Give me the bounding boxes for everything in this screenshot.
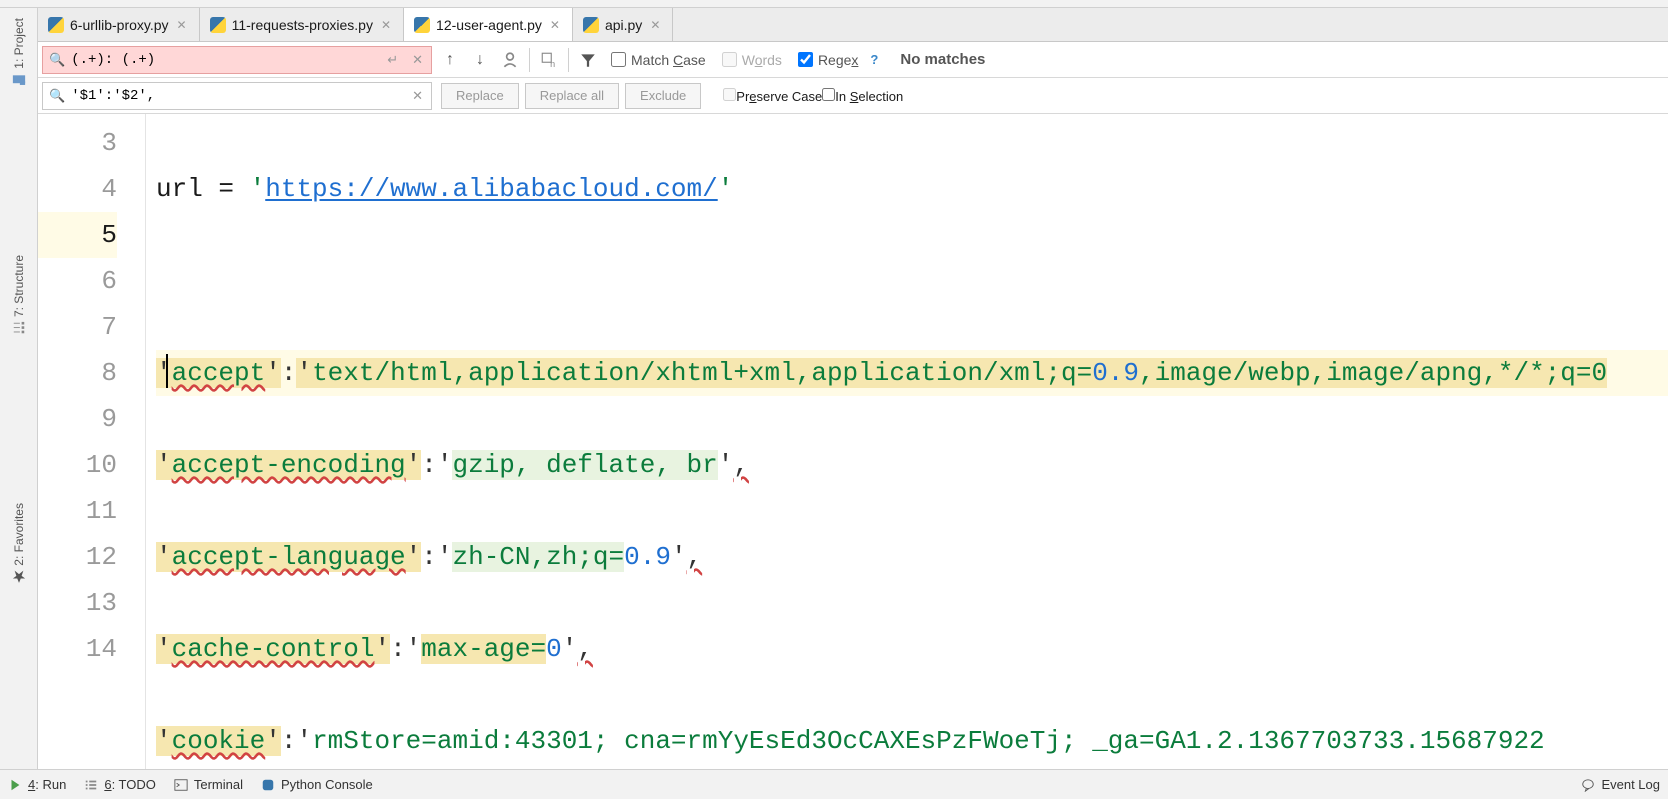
tool-window-left-bar: 1: Project 7: Structure 2: Favorites: [0, 8, 38, 769]
play-icon: [8, 778, 22, 792]
search-icon: 🔍: [43, 88, 71, 104]
find-bar: 🔍 ↵ ✕ ↑ ↓ n Match Case Words Regex ? No …: [38, 42, 1668, 78]
regex-help-link[interactable]: ?: [866, 52, 882, 67]
clear-find-icon[interactable]: ✕: [404, 52, 431, 68]
search-icon: 🔍: [43, 52, 71, 68]
project-tool-tab[interactable]: 1: Project: [10, 14, 28, 91]
svg-text:n: n: [550, 58, 555, 68]
star-icon: [12, 569, 26, 583]
select-next-icon: n: [540, 51, 558, 69]
match-count-label: No matches: [882, 51, 985, 68]
event-log-button[interactable]: Event Log: [1581, 777, 1660, 792]
code-line: 'accept-encoding':'gzip, deflate, br',: [156, 442, 1668, 488]
regex-checkbox[interactable]: Regex: [798, 52, 858, 68]
editor-tabs: 6-urllib-proxy.py ✕ 11-requests-proxies.…: [38, 8, 1668, 42]
close-icon[interactable]: ✕: [379, 18, 393, 32]
python-console-button[interactable]: Python Console: [261, 777, 373, 792]
exclude-button[interactable]: Exclude: [625, 83, 701, 109]
python-file-icon: [48, 17, 64, 33]
tab-6-urllib-proxy[interactable]: 6-urllib-proxy.py ✕: [38, 8, 200, 41]
code-line: 'accept-language':'zh-CN,zh;q=0.9',: [156, 534, 1668, 580]
structure-tool-tab[interactable]: 7: Structure: [10, 251, 28, 339]
person-icon: [501, 51, 519, 69]
find-input[interactable]: [71, 52, 381, 68]
folder-icon: [12, 73, 26, 87]
filter-button[interactable]: [573, 45, 603, 75]
code-line: 'accept':'text/html,application/xhtml+xm…: [156, 350, 1668, 396]
code-area[interactable]: url = 'https://www.alibabacloud.com/' 'a…: [146, 114, 1668, 769]
tab-api[interactable]: api.py ✕: [573, 8, 673, 41]
words-checkbox[interactable]: Words: [722, 52, 782, 68]
python-file-icon: [414, 17, 430, 33]
preserve-case-checkbox[interactable]: Preserve Case: [723, 88, 822, 104]
prev-match-button[interactable]: ↑: [435, 45, 465, 75]
python-icon: [261, 778, 275, 792]
python-file-icon: [583, 17, 599, 33]
close-icon[interactable]: ✕: [648, 18, 662, 32]
funnel-icon: [579, 51, 597, 69]
tab-12-user-agent[interactable]: 12-user-agent.py ✕: [404, 8, 573, 41]
structure-icon: [12, 321, 26, 335]
text-caret: [166, 354, 168, 388]
tab-11-requests-proxies[interactable]: 11-requests-proxies.py ✕: [200, 8, 404, 41]
code-line: url = 'https://www.alibabacloud.com/': [156, 166, 1668, 212]
match-case-checkbox[interactable]: Match Case: [611, 52, 706, 68]
balloon-icon: [1581, 778, 1595, 792]
close-icon[interactable]: ✕: [548, 18, 562, 32]
select-all-occurrences-button[interactable]: [495, 45, 525, 75]
replace-input-container: 🔍 ✕: [42, 82, 432, 110]
terminal-icon: [174, 778, 188, 792]
list-icon: [84, 778, 98, 792]
line-number-gutter: 3 4 5 6 7 8 9 10 11 12 13 14: [38, 114, 146, 769]
replace-input[interactable]: [71, 88, 404, 104]
code-line: 'cookie':'rmStore=amid:43301; cna=rmYyEs…: [156, 718, 1668, 764]
todo-tool-button[interactable]: 6: TODO: [84, 777, 156, 792]
enter-icon: ↵: [381, 52, 404, 68]
replace-button[interactable]: Replace: [441, 83, 519, 109]
in-selection-checkbox[interactable]: In Selection: [822, 88, 903, 104]
code-line: [156, 258, 1668, 304]
favorites-tool-tab[interactable]: 2: Favorites: [10, 499, 28, 588]
editor[interactable]: 3 4 5 6 7 8 9 10 11 12 13 14 url = 'http…: [38, 114, 1668, 769]
status-bar: 4: 4: RunRun 6: TODO Terminal Python Con…: [0, 769, 1668, 799]
terminal-tool-button[interactable]: Terminal: [174, 777, 243, 792]
code-line: 'cache-control':'max-age=0',: [156, 626, 1668, 672]
replace-all-button[interactable]: Replace all: [525, 83, 619, 109]
python-file-icon: [210, 17, 226, 33]
close-icon[interactable]: ✕: [175, 18, 189, 32]
add-selection-button[interactable]: n: [534, 45, 564, 75]
find-input-container: 🔍 ↵ ✕: [42, 46, 432, 74]
next-match-button[interactable]: ↓: [465, 45, 495, 75]
replace-bar: 🔍 ✕ Replace Replace all Exclude Preserve…: [38, 78, 1668, 114]
clear-replace-icon[interactable]: ✕: [404, 88, 431, 104]
run-tool-button[interactable]: 4: 4: RunRun: [8, 777, 66, 792]
